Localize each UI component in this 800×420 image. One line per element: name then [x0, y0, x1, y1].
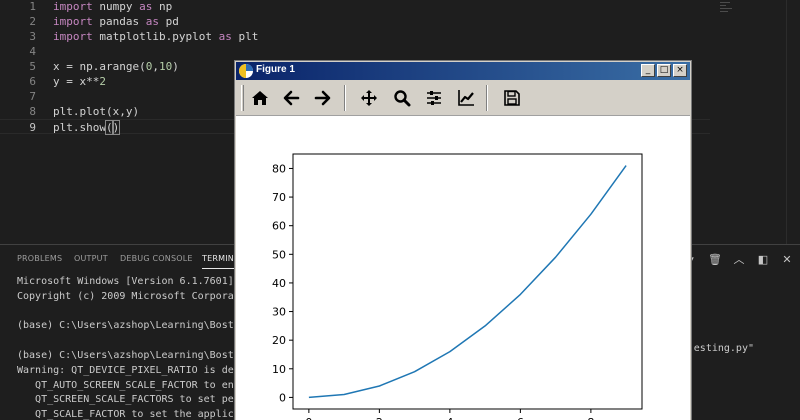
line-number: 7: [29, 90, 36, 103]
terminal-line: QT_SCREEN_SCALE_FACTORS to set per: [17, 394, 240, 406]
y-tick-label: 70: [272, 191, 286, 204]
maximize-button[interactable]: □: [657, 64, 671, 77]
terminal-line: Microsoft Windows [Version 6.1.7601]: [17, 276, 234, 287]
tab-output[interactable]: OUTPUT: [74, 254, 108, 263]
chevron-up-icon[interactable]: ︿: [732, 253, 746, 267]
plot-frame: [292, 153, 643, 410]
close-button[interactable]: ×: [673, 64, 687, 77]
save-icon[interactable]: [500, 86, 524, 110]
x-tick-label: 2: [376, 416, 383, 420]
tab-debug-console[interactable]: DEBUG CONSOLE: [120, 254, 193, 263]
minimap[interactable]: [720, 2, 736, 14]
close-icon[interactable]: ✕: [780, 253, 794, 267]
series-line: [308, 165, 627, 399]
minimize-button[interactable]: _: [641, 64, 655, 77]
code-line[interactable]: 2 import pandas as pd: [0, 14, 710, 29]
line-number: 3: [29, 30, 36, 43]
line-number: 1: [29, 0, 36, 13]
x-tick-label: 0: [305, 416, 312, 420]
toolbar-separator: [344, 85, 346, 111]
code-text: y = x**2: [53, 75, 106, 88]
y-tick-label: 0: [279, 391, 286, 404]
y-tick-label: 60: [272, 220, 286, 233]
line-number: 6: [29, 75, 36, 88]
line-number: 4: [29, 45, 36, 58]
zoom-icon[interactable]: [390, 86, 414, 110]
line-chart: 0 10 20 30 40 50 60 70 80 0 2 4 6 8: [272, 153, 643, 420]
editor-scrollbar[interactable]: [786, 0, 800, 244]
line-number: 9: [29, 121, 36, 134]
forward-icon[interactable]: [311, 86, 335, 110]
x-tick-label: 4: [446, 416, 453, 420]
code-text: import pandas as pd: [53, 15, 179, 28]
x-tick-label: 8: [587, 416, 594, 420]
line-number: 8: [29, 105, 36, 118]
y-tick-label: 40: [272, 277, 286, 290]
code-text: plt.plot(x,y): [53, 105, 140, 118]
pan-icon[interactable]: [357, 86, 381, 110]
split-icon[interactable]: ◧: [756, 253, 770, 267]
toolbar-grip[interactable]: [241, 85, 244, 111]
code-line[interactable]: 3 import matplotlib.pyplot as plt: [0, 29, 710, 44]
code-text: import matplotlib.pyplot as plt: [53, 30, 259, 43]
figure-title: Figure 1: [256, 64, 295, 75]
back-icon[interactable]: [279, 86, 303, 110]
figure-titlebar[interactable]: Figure 1 _ □ ×: [236, 62, 690, 80]
line-number: 2: [29, 15, 36, 28]
y-tick-label: 20: [272, 334, 286, 347]
trash-icon[interactable]: 🗑: [708, 253, 722, 267]
code-line[interactable]: 4: [0, 44, 710, 59]
x-tick-label: 6: [517, 416, 524, 420]
figure-canvas[interactable]: 0 10 20 30 40 50 60 70 80 0 2 4 6 8: [236, 117, 690, 420]
tab-problems[interactable]: PROBLEMS: [17, 254, 62, 263]
figure-window[interactable]: Figure 1 _ □ × 0 10 20 30 40 50 60 70 80: [234, 60, 692, 420]
y-tick-label: 10: [272, 363, 286, 376]
terminal-line: Copyright (c) 2009 Microsoft Corporation…: [17, 290, 264, 302]
terminal-line: QT_SCALE_FACTOR to set the application: [17, 409, 264, 420]
subplots-icon[interactable]: [422, 86, 446, 110]
code-text: plt.show(): [53, 120, 121, 135]
code-line[interactable]: 1 import numpy as np: [0, 0, 710, 14]
code-text: import numpy as np: [53, 0, 173, 13]
y-tick-label: 80: [272, 162, 286, 175]
terminal-line: QT_AUTO_SCREEN_SCALE_FACTOR to enable: [17, 379, 258, 391]
terminal-line: (base) C:\Users\azshop\Learning\Boston: [17, 320, 246, 332]
code-text: x = np.arange(0,10): [53, 60, 179, 73]
toolbar-separator: [486, 85, 488, 111]
y-tick-label: 50: [272, 248, 286, 261]
panel-actions: ▾ 🗑 ︿ ◧ ✕: [684, 251, 794, 269]
axes-edit-icon[interactable]: [454, 86, 478, 110]
line-number: 5: [29, 60, 36, 73]
figure-toolbar: [236, 80, 690, 116]
terminal-line-fragment: esting.py": [693, 343, 754, 354]
python-icon: [239, 64, 253, 78]
terminal-line: (base) C:\Users\azshop\Learning\Boston: [17, 350, 246, 361]
home-icon[interactable]: [248, 86, 272, 110]
y-tick-label: 30: [272, 306, 286, 319]
